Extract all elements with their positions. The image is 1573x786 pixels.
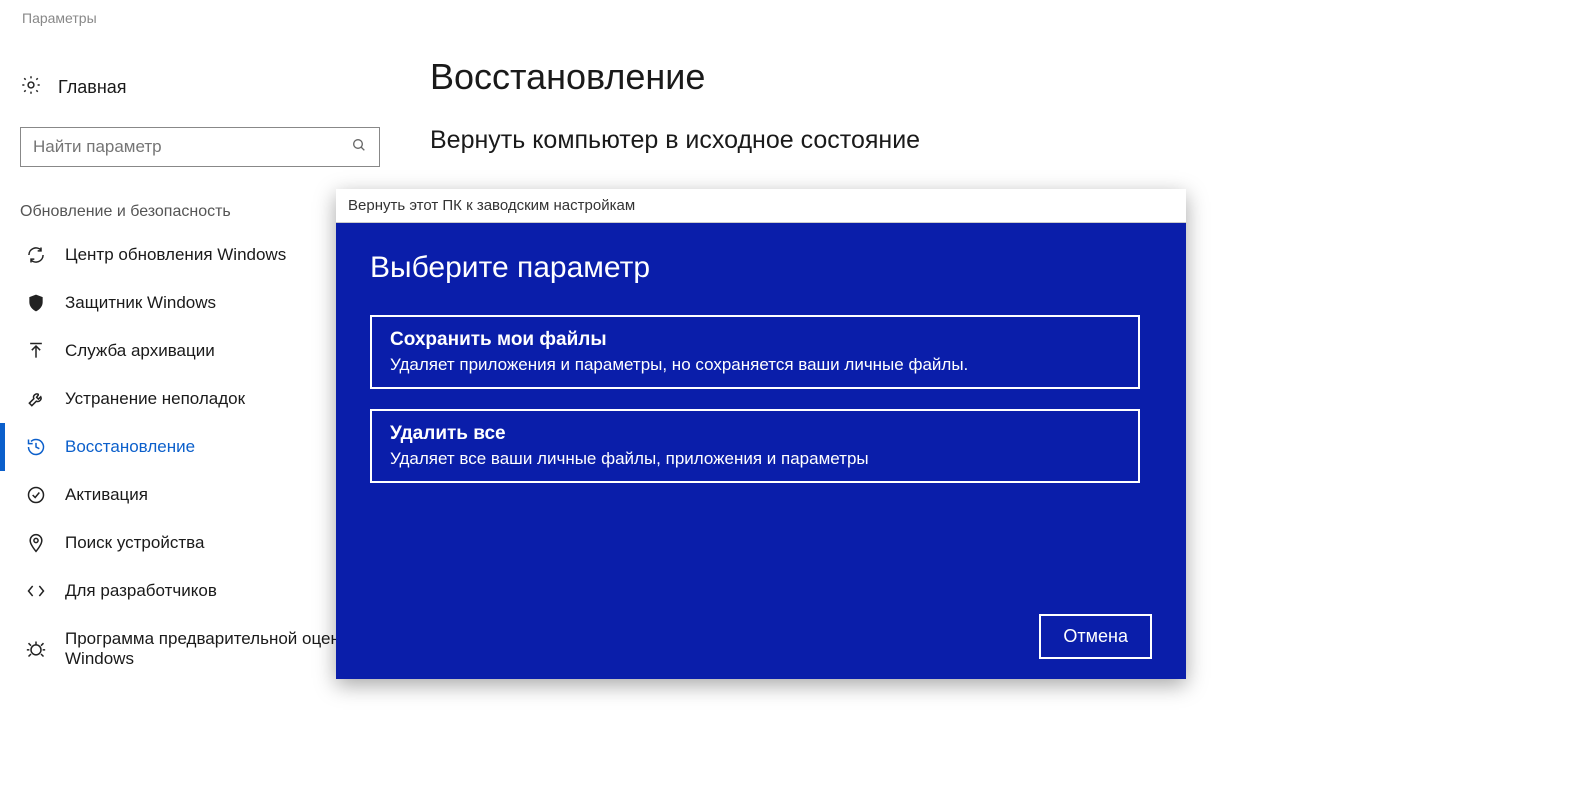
sidebar-item-label: Центр обновления Windows — [65, 245, 286, 265]
option-desc: Удаляет приложения и параметры, но сохра… — [390, 355, 1120, 375]
window-title: Параметры — [0, 0, 1573, 26]
wrench-icon — [25, 389, 47, 409]
search-icon — [351, 137, 367, 158]
option-title: Удалить все — [390, 423, 1120, 445]
sidebar-item-label: Служба архивации — [65, 341, 215, 361]
sidebar-item-label: Активация — [65, 485, 148, 505]
upload-icon — [25, 341, 47, 361]
page-title: Восстановление — [430, 56, 1533, 98]
code-icon — [25, 581, 47, 601]
option-title: Сохранить мои файлы — [390, 329, 1120, 351]
dialog-heading: Выберите параметр — [370, 251, 1152, 285]
cancel-button[interactable]: Отмена — [1039, 614, 1152, 659]
dialog-body: Выберите параметр Сохранить мои файлы Уд… — [336, 223, 1186, 679]
location-icon — [25, 533, 47, 553]
bug-icon — [25, 639, 47, 659]
option-remove-everything[interactable]: Удалить все Удаляет все ваши личные файл… — [370, 409, 1140, 483]
sidebar-item-label: Устранение неполадок — [65, 389, 245, 409]
sidebar-home-label: Главная — [58, 77, 127, 98]
check-circle-icon — [25, 485, 47, 505]
reset-pc-dialog: Вернуть этот ПК к заводским настройкам В… — [336, 189, 1186, 679]
option-keep-files[interactable]: Сохранить мои файлы Удаляет приложения и… — [370, 315, 1140, 389]
shield-icon — [25, 293, 47, 313]
gear-icon — [20, 74, 42, 101]
sidebar-home[interactable]: Главная — [0, 66, 400, 109]
dialog-titlebar: Вернуть этот ПК к заводским настройкам — [336, 189, 1186, 223]
option-desc: Удаляет все ваши личные файлы, приложени… — [390, 449, 1120, 469]
sidebar-item-label: Поиск устройства — [65, 533, 204, 553]
search-input-wrap[interactable] — [20, 127, 380, 167]
reset-section-title: Вернуть компьютер в исходное состояние — [430, 126, 1533, 155]
sidebar-item-label: Защитник Windows — [65, 293, 216, 313]
history-icon — [25, 437, 47, 457]
search-input[interactable] — [33, 137, 333, 157]
sync-icon — [25, 245, 47, 265]
sidebar-item-label: Для разработчиков — [65, 581, 217, 601]
sidebar-item-label: Восстановление — [65, 437, 195, 457]
